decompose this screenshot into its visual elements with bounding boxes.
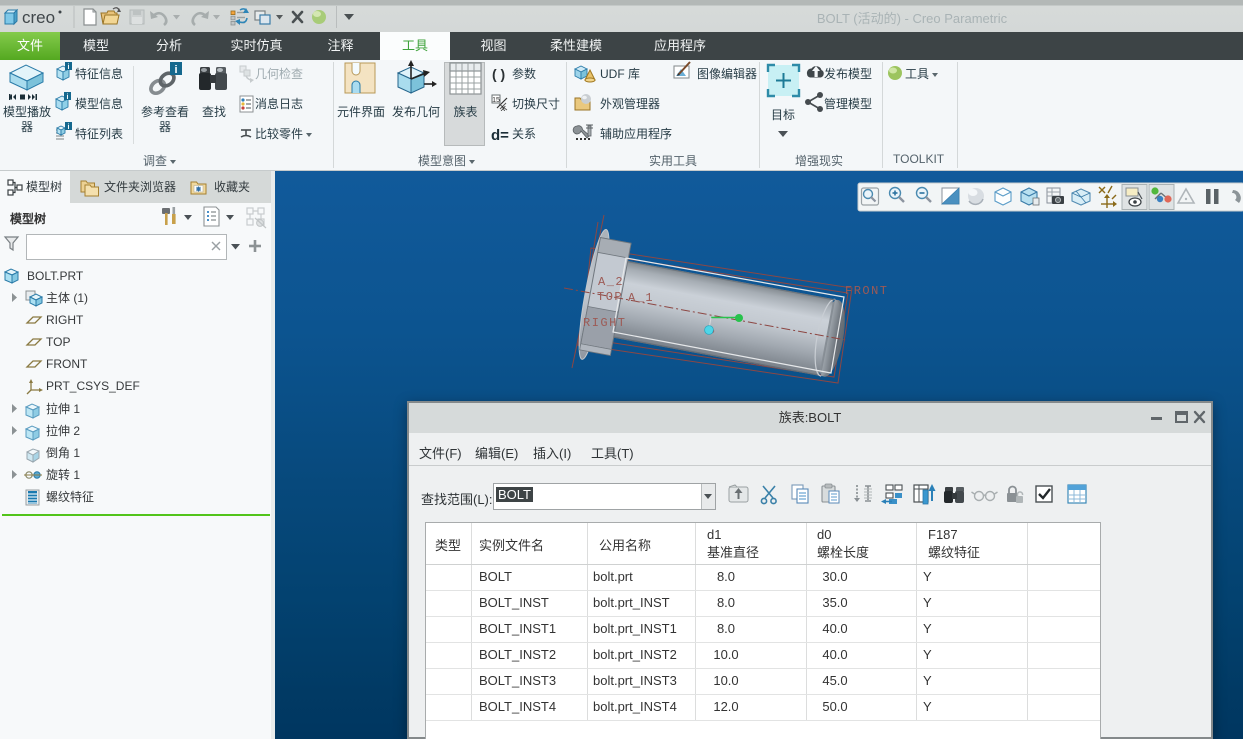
svg-text:i: i (67, 94, 69, 101)
svg-text:x: x (500, 103, 506, 113)
svg-text:i: i (174, 64, 177, 76)
svg-text:( ): ( ) (492, 66, 505, 82)
svg-text:A_2: A_2 (598, 275, 624, 289)
svg-text:i: i (68, 64, 70, 71)
svg-text:A_1: A_1 (628, 291, 654, 305)
svg-text:TOP: TOP (597, 290, 623, 304)
svg-text:15: 15 (492, 97, 500, 104)
svg-text:RIGHT: RIGHT (583, 316, 627, 330)
svg-text:creo: creo (22, 8, 55, 27)
svg-text:d=: d= (491, 127, 509, 144)
svg-text:FRONT: FRONT (845, 284, 889, 298)
svg-text:i: i (68, 124, 70, 131)
